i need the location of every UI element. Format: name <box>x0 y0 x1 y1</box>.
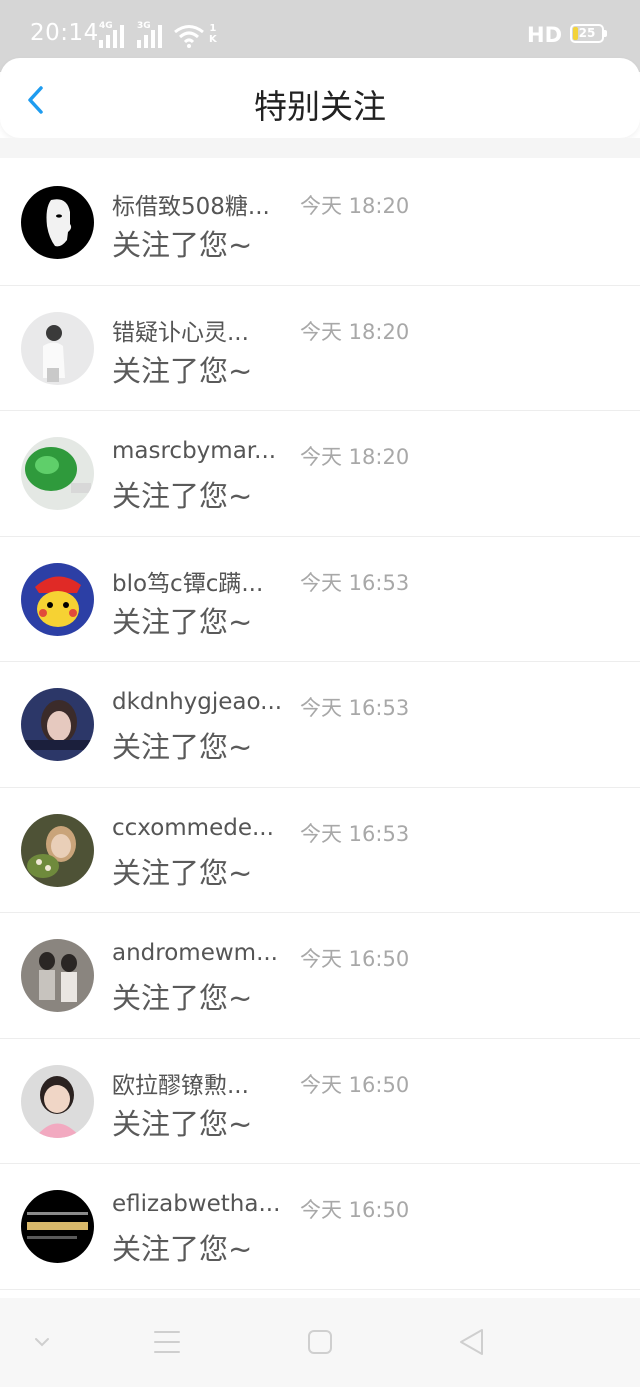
battery-level: 25 <box>578 26 596 40</box>
back-triangle-icon <box>460 1329 483 1355</box>
menu-icon <box>154 1331 180 1353</box>
girl-avatar-image <box>21 688 94 761</box>
signal-4g-label: 4G <box>99 21 113 31</box>
net-speed: 1 K <box>209 23 217 45</box>
user-name: masrcbymar... <box>112 438 277 464</box>
nav-collapse-button[interactable] <box>24 1324 60 1360</box>
follow-list: 标借致508糖... 今天 18:20 关注了您~ 错疑讣心灵... 今天 18… <box>0 160 640 1290</box>
net-speed-unit: K <box>209 34 217 45</box>
user-name: ccxommede... <box>112 814 274 841</box>
signal-3g-icon: 3G <box>137 22 171 48</box>
avatar[interactable] <box>21 1190 94 1263</box>
navigation-bar <box>0 1298 640 1387</box>
home-square-icon <box>308 1330 332 1354</box>
user-name: 欧拉醪镣勲... <box>112 1072 249 1099</box>
nav-home-button[interactable] <box>302 1324 338 1360</box>
follow-message: 关注了您~ <box>112 855 253 890</box>
list-item[interactable]: andromewm... 今天 16:50 关注了您~ <box>0 913 640 1039</box>
user-name: blo笃c镡c蹒... <box>112 570 264 597</box>
avatar[interactable] <box>21 813 94 887</box>
follow-time: 今天 18:20 <box>300 194 410 218</box>
user-name: 错疑讣心灵... <box>112 319 249 346</box>
follow-message: 关注了您~ <box>112 228 253 262</box>
jade-avatar-image <box>21 437 94 510</box>
avatar[interactable] <box>21 186 94 259</box>
follow-message: 关注了您~ <box>112 1232 253 1266</box>
list-item[interactable]: eflizabwetha... 今天 16:50 关注了您~ <box>0 1164 640 1290</box>
status-time: 20:14 <box>30 20 99 46</box>
user-name: 标借致508糖... <box>112 194 270 220</box>
avatar[interactable] <box>21 311 94 385</box>
person-avatar-image <box>21 311 94 385</box>
follow-time: 今天 16:50 <box>300 1198 410 1222</box>
battery-icon: 25 <box>570 24 604 43</box>
list-item[interactable]: masrcbymar... 今天 18:20 关注了您~ <box>0 411 640 537</box>
signal-4g-icon: 4G <box>99 22 133 48</box>
avatar[interactable] <box>21 1064 94 1138</box>
avatar[interactable] <box>21 939 94 1012</box>
follow-time: 今天 16:53 <box>300 696 410 720</box>
list-item[interactable]: 错疑讣心灵... 今天 18:20 关注了您~ <box>0 286 640 411</box>
follow-time: 今天 16:50 <box>300 1072 410 1097</box>
avatar[interactable] <box>21 562 94 636</box>
follow-time: 今天 16:53 <box>300 821 410 846</box>
follow-time: 今天 18:20 <box>300 319 410 344</box>
follow-message: 关注了您~ <box>112 353 253 388</box>
avatar[interactable] <box>21 688 94 761</box>
list-item[interactable]: 标借致508糖... 今天 18:20 关注了您~ <box>0 160 640 286</box>
nav-menu-button[interactable] <box>149 1324 185 1360</box>
list-item[interactable]: dkdnhygjeao... 今天 16:53 关注了您~ <box>0 662 640 788</box>
user-name: dkdnhygjeao... <box>112 689 282 715</box>
user-name: andromewm... <box>112 940 278 966</box>
girl-flowers-avatar-image <box>21 813 94 887</box>
follow-time: 今天 18:20 <box>300 445 410 469</box>
two-girls-avatar-image <box>21 939 94 1012</box>
text-avatar-image <box>21 1190 94 1263</box>
user-name: eflizabwetha... <box>112 1191 281 1217</box>
follow-message: 关注了您~ <box>112 981 253 1015</box>
follow-message: 关注了您~ <box>112 730 253 764</box>
wifi-icon <box>174 25 204 48</box>
signal-3g-label: 3G <box>137 21 151 31</box>
list-item[interactable]: ccxommede... 今天 16:53 关注了您~ <box>0 788 640 913</box>
child-avatar-image <box>21 1064 94 1138</box>
battery-tip <box>604 30 607 37</box>
follow-time: 今天 16:53 <box>300 570 410 595</box>
section-gap <box>0 138 640 158</box>
pikachu-avatar-image <box>21 562 94 636</box>
header: 特别关注 <box>0 58 640 138</box>
follow-time: 今天 16:50 <box>300 947 410 971</box>
nav-back-button[interactable] <box>454 1324 490 1360</box>
follow-message: 关注了您~ <box>112 604 253 639</box>
mask-avatar-image <box>21 186 94 259</box>
list-item[interactable]: 欧拉醪镣勲... 今天 16:50 关注了您~ <box>0 1039 640 1164</box>
follow-message: 关注了您~ <box>112 479 253 513</box>
page-title: 特别关注 <box>254 87 386 126</box>
follow-message: 关注了您~ <box>112 1106 253 1141</box>
avatar[interactable] <box>21 437 94 510</box>
chevron-down-icon <box>35 1338 49 1347</box>
net-speed-value: 1 <box>209 23 217 34</box>
hd-indicator: HD <box>527 23 563 47</box>
list-item[interactable]: blo笃c镡c蹒... 今天 16:53 关注了您~ <box>0 537 640 662</box>
